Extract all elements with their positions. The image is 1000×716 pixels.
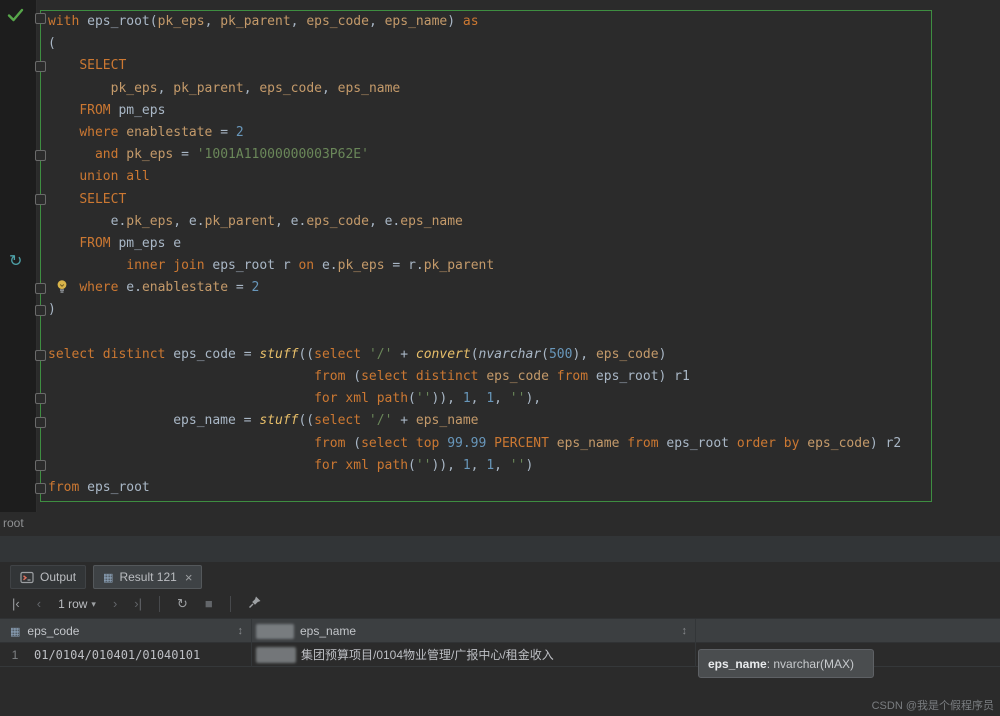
- tab-output-label: Output: [40, 570, 76, 584]
- cell-eps-code[interactable]: 01/0104/010401/01040101: [30, 643, 252, 667]
- code-line: inner join eps_root r on e.pk_eps = r.pk…: [48, 255, 901, 277]
- column-name: eps_name: [300, 624, 356, 638]
- intention-lightbulb-icon[interactable]: [55, 279, 69, 299]
- code-line: SELECT: [48, 55, 901, 77]
- result-toolbar: |‹ ‹ 1 row ▾ › ›| ↻ ■: [0, 590, 1000, 618]
- ide-window: ↻ with eps_root(pk_eps, pk_parent, eps_c…: [0, 0, 1000, 716]
- tooltip-field-type: : nvarchar(MAX): [767, 657, 854, 671]
- first-page-button[interactable]: |‹: [12, 596, 20, 612]
- censor-block: [256, 624, 294, 639]
- code-line: and pk_eps = '1001A11000000003P62E': [48, 144, 901, 166]
- code-line: with eps_root(pk_eps, pk_parent, eps_cod…: [48, 11, 901, 33]
- tab-result-label: Result 121: [119, 570, 176, 584]
- cell-value: 集团预算项目/0104物业管理/广报中心/租金收入: [301, 643, 554, 667]
- code-line: pk_eps, pk_parent, eps_code, eps_name: [48, 78, 901, 100]
- result-tab-bar: Output ▦ Result 121 ×: [10, 564, 202, 590]
- sql-editor[interactable]: ↻ with eps_root(pk_eps, pk_parent, eps_c…: [0, 0, 1000, 512]
- code-line: for xml path('')), 1, 1, ''),: [48, 388, 901, 410]
- cell-value: 01/0104/010401/01040101: [34, 648, 200, 662]
- editor-gutter: ↻: [0, 0, 37, 512]
- console-output-text: root: [3, 516, 24, 530]
- code-line: where e.enablestate = 2: [48, 277, 901, 299]
- code-line: ): [48, 299, 901, 321]
- page-size-label: 1 row: [58, 597, 87, 611]
- sort-icon[interactable]: ↕: [682, 625, 688, 637]
- code-line: union all: [48, 166, 901, 188]
- grid-icon: ▦: [103, 571, 113, 584]
- code-line: [48, 322, 901, 344]
- page-size-dropdown[interactable]: 1 row ▾: [58, 597, 96, 611]
- toolbar-separator: [159, 596, 160, 612]
- recursive-cte-icon[interactable]: ↻: [9, 254, 22, 270]
- reload-data-icon[interactable]: ↻: [177, 596, 188, 612]
- close-tab-icon[interactable]: ×: [185, 570, 193, 585]
- last-page-button[interactable]: ›|: [134, 596, 142, 612]
- code-line: from (select top 99.99 PERCENT eps_name …: [48, 433, 901, 455]
- code-line: e.pk_eps, e.pk_parent, e.eps_code, e.eps…: [48, 211, 901, 233]
- code-area[interactable]: with eps_root(pk_eps, pk_parent, eps_cod…: [37, 0, 901, 499]
- code-line: select distinct eps_code = stuff((select…: [48, 344, 901, 366]
- code-line: from eps_root: [48, 477, 901, 499]
- tab-result[interactable]: ▦ Result 121 ×: [93, 565, 202, 589]
- code-line: where enablestate = 2: [48, 122, 901, 144]
- column-name: eps_code: [27, 624, 79, 638]
- sort-icon[interactable]: ↕: [238, 625, 244, 637]
- panel-splitter[interactable]: [0, 536, 1000, 562]
- tooltip-field-name: eps_name: [708, 657, 767, 671]
- code-line: FROM pm_eps e: [48, 233, 901, 255]
- next-page-button[interactable]: ›: [113, 596, 117, 612]
- column-header-eps-name[interactable]: eps_name ↕: [252, 619, 696, 643]
- chevron-down-icon: ▾: [91, 599, 96, 610]
- code-line: from (select distinct eps_code from eps_…: [48, 366, 901, 388]
- column-type-tooltip: eps_name: nvarchar(MAX): [698, 649, 874, 678]
- console-output-row: root: [0, 512, 1000, 534]
- code-line: FROM pm_eps: [48, 100, 901, 122]
- previous-page-button[interactable]: ‹: [37, 596, 41, 612]
- code-line: (: [48, 33, 901, 55]
- watermark-text: CSDN @我是个假程序员: [872, 697, 994, 713]
- code-line: for xml path('')), 1, 1, ''): [48, 455, 901, 477]
- tab-output[interactable]: Output: [10, 565, 86, 589]
- code-line: SELECT: [48, 189, 901, 211]
- result-grid-header: ▦ eps_code ↕ eps_name ↕: [0, 618, 1000, 643]
- column-header-eps-code[interactable]: ▦ eps_code ↕: [0, 619, 252, 643]
- censor-block: [256, 647, 296, 663]
- code-line: eps_name = stuff((select '/' + eps_name: [48, 410, 901, 432]
- cell-eps-name[interactable]: 集团预算项目/0104物业管理/广报中心/租金收入: [252, 643, 696, 667]
- console-icon: [20, 571, 34, 584]
- pin-tab-icon[interactable]: [248, 595, 262, 613]
- success-check-icon: [7, 8, 24, 23]
- column-icon: ▦: [10, 625, 20, 638]
- results-toolwindow: Output ▦ Result 121 × |‹ ‹ 1 row ▾ › ›| …: [0, 562, 1000, 716]
- stop-icon[interactable]: ■: [205, 596, 213, 612]
- row-number: 1: [0, 643, 30, 667]
- toolbar-separator: [230, 596, 231, 612]
